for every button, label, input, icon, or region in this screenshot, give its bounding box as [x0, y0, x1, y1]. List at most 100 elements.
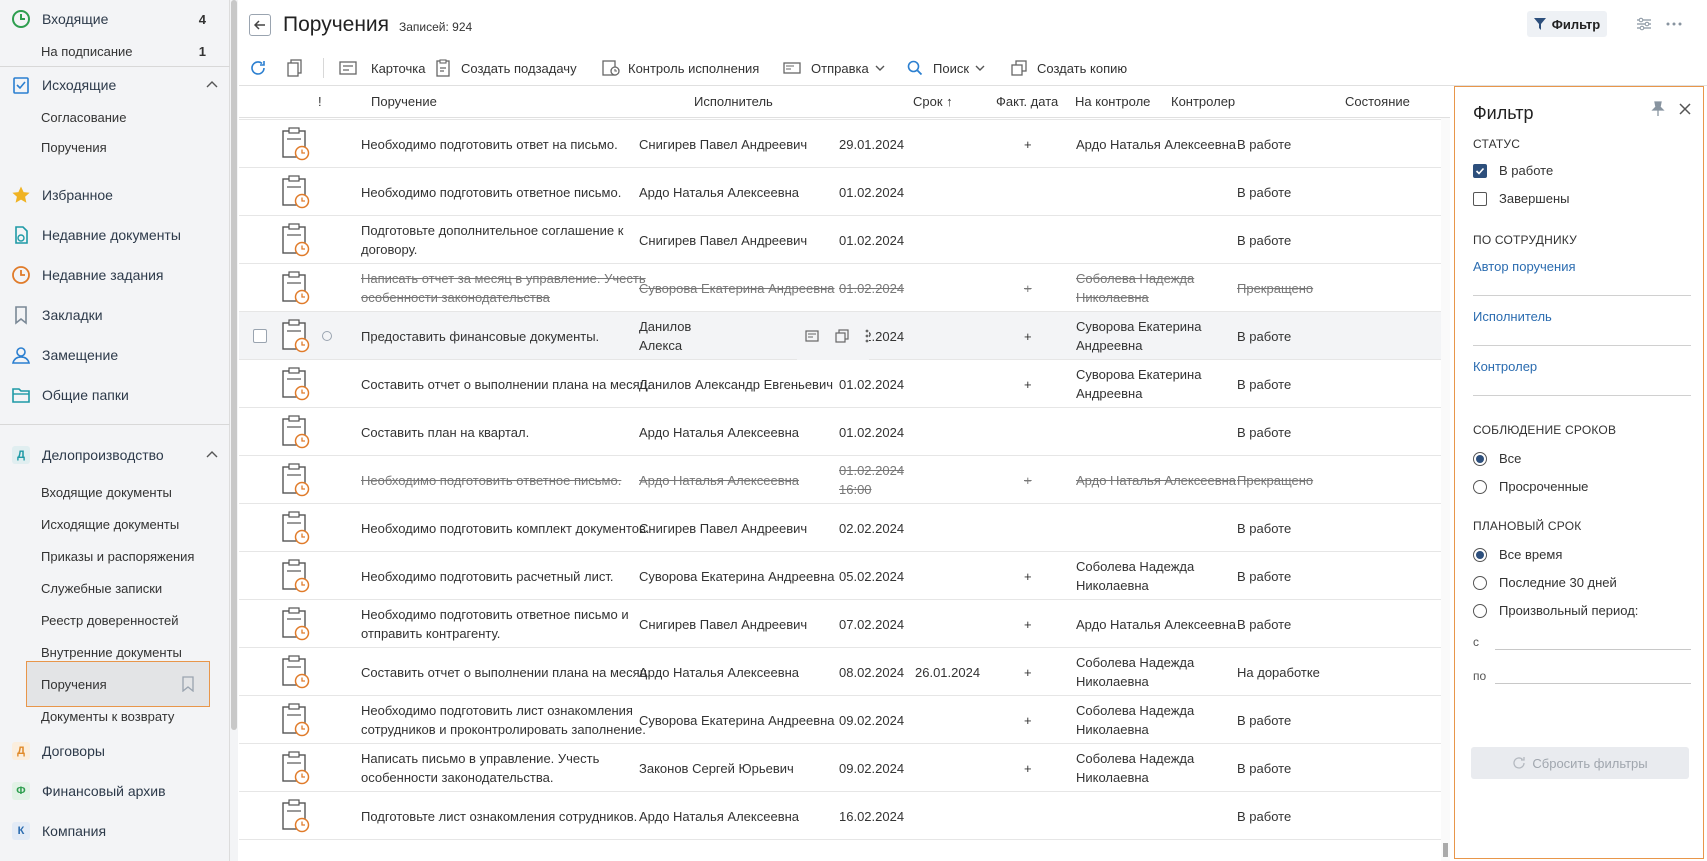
column-task[interactable]: Поручение — [371, 94, 437, 109]
row-actual-date — [915, 792, 985, 840]
table-row[interactable]: Необходимо подготовить ответ на письмо. С… — [239, 120, 1450, 168]
more-vertical-icon[interactable] — [865, 329, 869, 343]
more-icon[interactable] — [1665, 15, 1683, 33]
scrollbar-thumb[interactable] — [231, 0, 237, 730]
table-row[interactable]: Подготовьте лист ознакомления сотруднико… — [239, 792, 1450, 840]
planned-custom-radio[interactable]: Произвольный период: — [1473, 603, 1638, 618]
sidebar-item-incoming[interactable]: Входящие 4 — [0, 0, 230, 38]
row-status-indicator[interactable] — [322, 331, 332, 341]
scrollbar-thumb[interactable] — [1443, 843, 1448, 857]
sidebar-item-records[interactable]: Д Делопроизводство — [0, 436, 230, 474]
copy-icon[interactable] — [835, 329, 849, 343]
checkbox[interactable] — [1473, 191, 1487, 206]
column-executor[interactable]: Исполнитель — [694, 94, 773, 109]
sidebar-item-outgoing[interactable]: Исходящие — [0, 66, 230, 104]
table-row[interactable]: Составить отчет о выполнении плана на ме… — [239, 648, 1450, 696]
row-due-date: 01.02.2024 — [839, 184, 905, 200]
column-actual-date[interactable]: Факт. дата — [996, 94, 1058, 109]
deadline-overdue-radio[interactable]: Просроченные — [1473, 479, 1588, 494]
row-controlled: + — [1024, 472, 1032, 488]
table-row[interactable]: Необходимо подготовить лист ознакомления… — [239, 696, 1450, 744]
deadline-all-radio[interactable]: Все — [1473, 451, 1521, 466]
sidebar-item-approval[interactable]: Согласование — [0, 101, 230, 133]
table-row[interactable]: Написать отчет за месяц в управление. Уч… — [239, 264, 1450, 312]
planned-last-30-radio[interactable]: Последние 30 дней — [1473, 575, 1617, 590]
sidebar-item-shared-folders[interactable]: Общие папки — [0, 376, 230, 414]
create-subtask-button[interactable]: Создать подзадачу — [435, 50, 577, 86]
card-button[interactable]: Карточка — [339, 50, 425, 86]
table-row[interactable]: Предоставить финансовые документы. Данило… — [239, 312, 1450, 360]
row-checkbox[interactable] — [253, 329, 267, 343]
table-row[interactable]: Необходимо подготовить расчетный лист. Су… — [239, 552, 1450, 600]
sidebar-item-outgoing-docs[interactable]: Исходящие документы — [0, 508, 230, 540]
table-scrollbar[interactable] — [1441, 86, 1450, 861]
assignment-icon — [282, 319, 310, 353]
send-dropdown[interactable]: Отправка — [783, 50, 885, 86]
sidebar-item-substitution[interactable]: Замещение — [0, 336, 230, 374]
sidebar-item-incoming-docs[interactable]: Входящие документы — [0, 476, 230, 508]
documents-button[interactable] — [287, 50, 303, 86]
controller-filter-link[interactable]: Контролер — [1473, 359, 1537, 374]
table-row[interactable]: Составить план на квартал. Ардо Наталья А… — [239, 408, 1450, 456]
sidebar-item-fin-archive[interactable]: Ф Финансовый архив — [0, 772, 230, 810]
refresh-button[interactable] — [249, 50, 267, 86]
planned-all-time-radio[interactable]: Все время — [1473, 547, 1562, 562]
table-row[interactable]: Необходимо подготовить ответное письмо. А… — [239, 456, 1450, 504]
table-row[interactable]: Необходимо подготовить ответное письмо и… — [239, 600, 1450, 648]
pin-icon[interactable] — [1651, 101, 1665, 117]
sidebar-item-recent-docs[interactable]: Недавние документы — [0, 216, 230, 254]
column-priority[interactable]: ! — [318, 94, 322, 109]
date-to-input[interactable] — [1495, 683, 1691, 684]
reset-filters-button[interactable]: Сбросить фильтры — [1471, 747, 1689, 779]
sidebar-item-label: Компания — [42, 823, 107, 839]
execution-control-button[interactable]: Контроль исполнения — [602, 50, 759, 86]
create-copy-button[interactable]: Создать копию — [1011, 50, 1127, 86]
close-icon[interactable] — [1679, 103, 1691, 115]
table-row[interactable]: Составить отчет о выполнении плана на ме… — [239, 360, 1450, 408]
table-row[interactable]: Необходимо подготовить комплект документ… — [239, 504, 1450, 552]
sidebar-item-orders[interactable]: Приказы и распоряжения — [0, 540, 230, 572]
chevron-up-icon[interactable] — [206, 449, 218, 461]
filter-button[interactable]: Фильтр — [1527, 11, 1607, 37]
column-controlled[interactable]: На контроле — [1075, 94, 1150, 109]
sidebar-item-poa-registry[interactable]: Реестр доверенностей — [0, 604, 230, 636]
column-state[interactable]: Состояние — [1345, 94, 1410, 109]
sidebar-item-contracts[interactable]: Д Договоры — [0, 732, 230, 770]
column-controller[interactable]: Контролер — [1171, 94, 1235, 109]
column-due[interactable]: Срок ↑ — [913, 94, 953, 109]
sidebar-item-return-docs[interactable]: Документы к возврату — [0, 700, 230, 732]
back-button[interactable] — [249, 14, 271, 36]
row-due-date: 09.02.2024 — [839, 760, 905, 776]
author-filter-link[interactable]: Автор поручения — [1473, 259, 1576, 274]
sidebar-item-favorites[interactable]: Избранное — [0, 176, 230, 214]
table-row[interactable]: Написать письмо в управление. Учесть осо… — [239, 744, 1450, 792]
sidebar-item-to-sign[interactable]: На подписание 1 — [0, 35, 230, 67]
sidebar-item-bookmarks[interactable]: Закладки — [0, 296, 230, 334]
row-actual-date — [915, 456, 985, 504]
chevron-up-icon[interactable] — [206, 79, 218, 91]
table-row[interactable]: Необходимо подготовить ответное письмо. А… — [239, 168, 1450, 216]
sidebar-item-company[interactable]: К Компания — [0, 812, 230, 850]
send-icon — [783, 62, 801, 74]
bookmark-icon[interactable] — [181, 676, 195, 692]
row-state: В работе — [1237, 760, 1292, 776]
table-row[interactable]: Подготовьте дополнительное соглашение к … — [239, 216, 1450, 264]
checkbox-checked[interactable] — [1473, 163, 1487, 178]
row-controlled: + — [1024, 136, 1032, 152]
search-dropdown[interactable]: Поиск — [907, 50, 985, 86]
row-state: В работе — [1237, 424, 1292, 440]
card-icon[interactable] — [805, 330, 819, 342]
sidebar-scrollbar[interactable] — [230, 0, 238, 861]
executor-filter-link[interactable]: Исполнитель — [1473, 309, 1552, 324]
status-done-checkbox[interactable]: Завершены — [1473, 191, 1569, 206]
status-in-work-checkbox[interactable]: В работе — [1473, 163, 1553, 178]
sidebar-item-label: Входящие — [42, 11, 109, 27]
row-state: Прекращено — [1237, 280, 1314, 296]
settings-sliders-icon[interactable] — [1635, 15, 1653, 33]
sidebar-item-recent-tasks[interactable]: Недавние задания — [0, 256, 230, 294]
sidebar-item-assignments[interactable]: Поручения — [0, 131, 230, 163]
date-from-input[interactable] — [1495, 649, 1691, 650]
sidebar-item-memos[interactable]: Служебные записки — [0, 572, 230, 604]
row-actual-date — [915, 264, 985, 312]
row-actual-date — [915, 600, 985, 648]
